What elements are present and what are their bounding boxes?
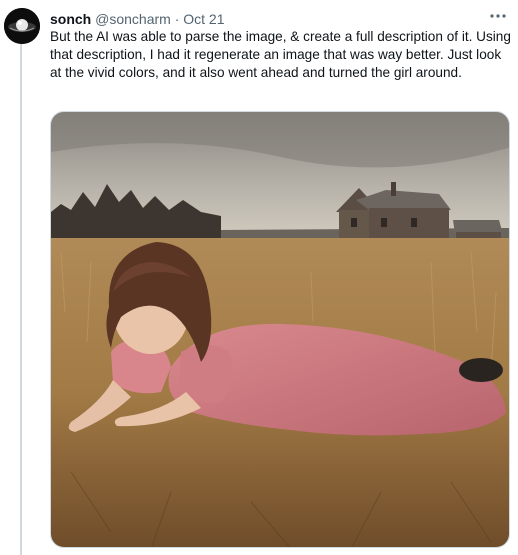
tweet-date[interactable]: Oct 21	[183, 11, 224, 27]
separator-dot: ·	[174, 11, 180, 27]
avatar[interactable]	[4, 8, 40, 44]
more-options-button[interactable]	[488, 6, 508, 26]
avatar-image	[4, 8, 40, 44]
user-handle[interactable]: @soncharm	[95, 11, 171, 27]
more-horizontal-icon	[490, 14, 506, 18]
tweet-media-image[interactable]	[50, 111, 510, 548]
display-name[interactable]: sonch	[50, 11, 91, 27]
tweet-text: But the AI was able to parse the image, …	[50, 29, 511, 80]
tweet-header: sonch @soncharm · Oct 21	[50, 9, 508, 29]
thread-connector-line	[20, 44, 22, 555]
painting-girl-in-field	[51, 112, 509, 547]
